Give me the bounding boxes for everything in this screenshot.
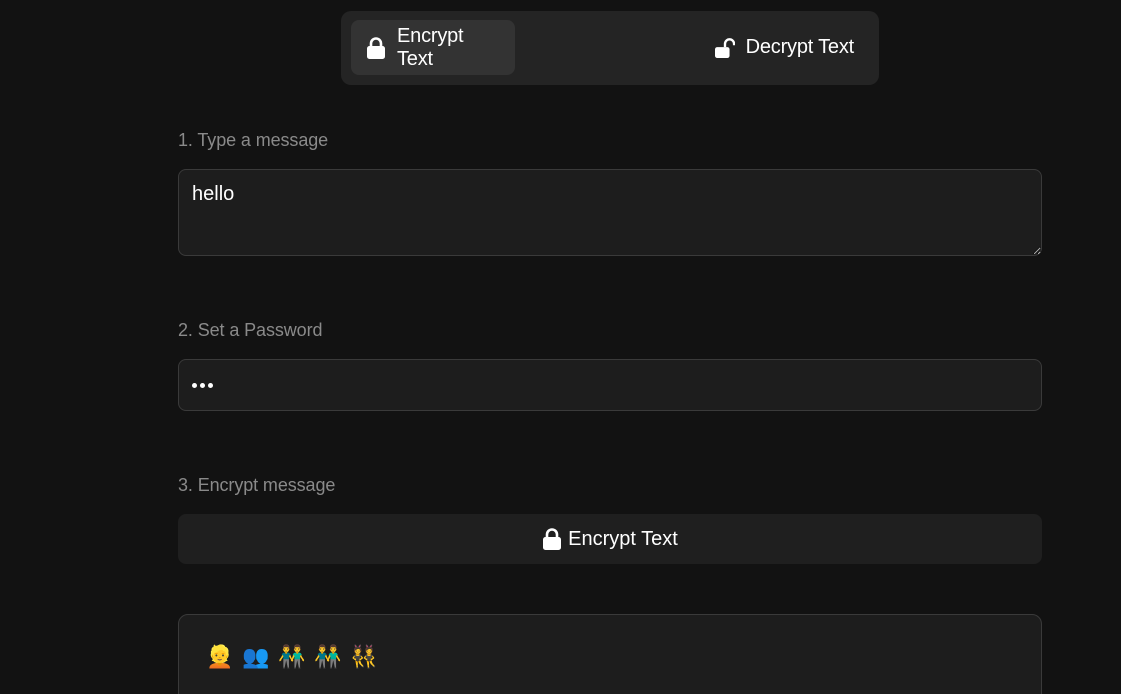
emoji-output-3: 👬 <box>278 644 306 669</box>
password-dot <box>192 382 197 388</box>
emoji-output-5: 👯 <box>350 644 378 669</box>
tab-encrypt-label: Encrypt Text <box>397 24 464 70</box>
unlock-icon <box>714 37 735 58</box>
lock-icon <box>367 36 385 59</box>
tab-decrypt-label: Decrypt Text <box>745 36 855 58</box>
lock-icon <box>543 528 562 550</box>
emoji-output-4: 👬 <box>314 644 342 669</box>
password-input[interactable] <box>178 359 1042 411</box>
step2-label: 2. Set a Password <box>178 320 323 340</box>
emoji-output-row: 👱 👥 👬 👬 👯 <box>206 643 378 671</box>
tab-encrypt-text[interactable]: Encrypt Text <box>351 20 515 75</box>
encryption-app: Encrypt Text Decrypt Text 1. Type a mess… <box>0 0 1121 694</box>
message-input[interactable] <box>178 169 1042 256</box>
password-dot <box>200 382 205 388</box>
emoji-output-1: 👱 <box>206 644 234 669</box>
encrypt-button[interactable]: Encrypt Text <box>178 514 1042 564</box>
step3-label: 3. Encrypt message <box>178 475 336 495</box>
tab-decrypt-text[interactable]: Decrypt Text <box>694 20 869 75</box>
emoji-output-2: 👥 <box>242 644 270 669</box>
encrypted-output[interactable]: 👱 👥 👬 👬 👯 <box>178 614 1042 694</box>
step1-label: 1. Type a message <box>178 130 329 150</box>
password-dot <box>208 382 213 388</box>
mode-toggle: Encrypt Text Decrypt Text <box>341 11 879 85</box>
encrypt-button-label: Encrypt Text <box>568 527 678 550</box>
